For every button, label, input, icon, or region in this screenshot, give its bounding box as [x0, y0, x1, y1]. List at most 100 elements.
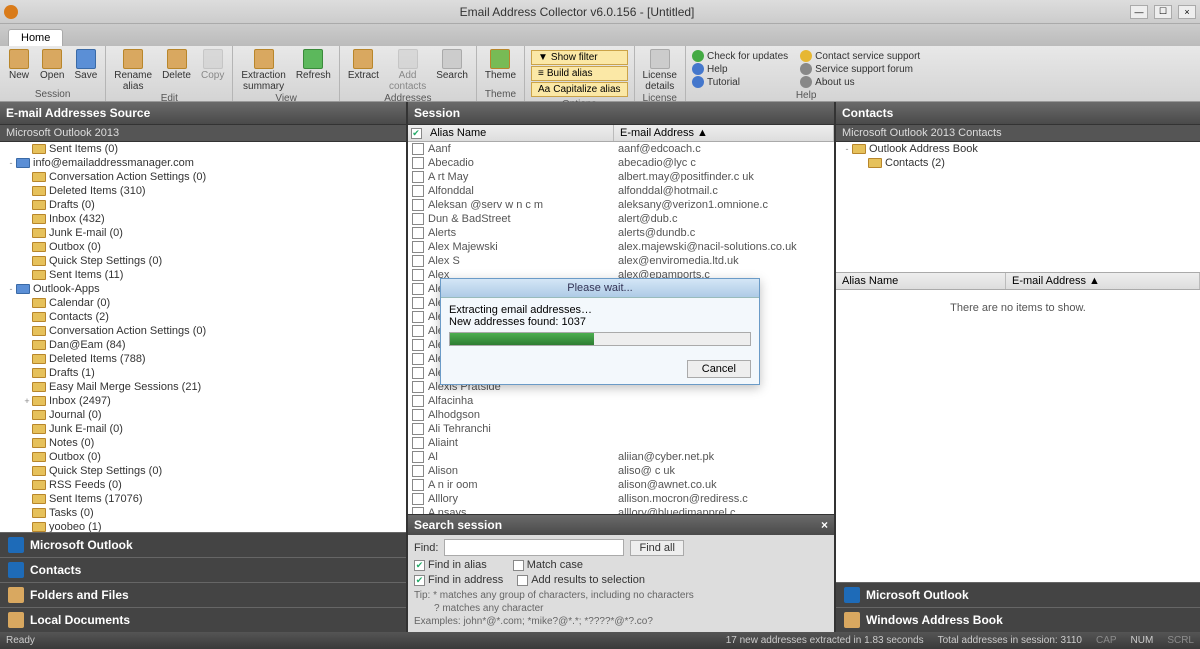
list-item[interactable]: Alex Salex@enviromedia.ltd.uk [408, 254, 834, 268]
cancel-button[interactable]: Cancel [687, 360, 751, 378]
tree-item[interactable]: Calendar (0) [0, 296, 406, 310]
tree-item[interactable]: -Outlook-Apps [0, 282, 406, 296]
tutorial-link[interactable]: Tutorial [692, 76, 788, 88]
tree-item[interactable]: Sent Items (11) [0, 268, 406, 282]
list-item[interactable]: Dun & BadStreetalert@dub.c [408, 212, 834, 226]
tree-item[interactable]: Junk E-mail (0) [0, 422, 406, 436]
license-details-button[interactable]: License details [639, 48, 681, 93]
destination-button[interactable]: Windows Address Book [836, 607, 1200, 632]
extraction-summary-button[interactable]: Extraction summary [237, 48, 289, 93]
list-item[interactable]: Allloryallison.mocron@rediress.c [408, 492, 834, 506]
help-icon [692, 63, 704, 75]
tree-item[interactable]: Conversation Action Settings (0) [0, 170, 406, 184]
tree-item[interactable]: -Outlook Address Book [836, 142, 1200, 156]
show-filter-button[interactable]: ▼Show filter [531, 50, 628, 65]
tree-item[interactable]: yoobeo (1) [0, 520, 406, 532]
list-item[interactable]: Alex Majewskialex.majewski@nacil-solutio… [408, 240, 834, 254]
select-all-checkbox[interactable] [411, 128, 422, 139]
match-case-checkbox[interactable]: Match case [513, 559, 583, 571]
extract-button[interactable]: Extract [344, 48, 383, 82]
list-item[interactable]: Ali Tehranchi [408, 422, 834, 436]
app-icon [4, 5, 18, 19]
tab-home[interactable]: Home [8, 29, 63, 46]
refresh-button[interactable]: Refresh [292, 48, 335, 82]
tree-item[interactable]: Contacts (2) [836, 156, 1200, 170]
col-alias[interactable]: Alias Name [424, 125, 614, 141]
check-updates-link[interactable]: Check for updates [692, 50, 788, 62]
list-item[interactable]: Aleksan @serv w n c maleksany@verizon1.o… [408, 198, 834, 212]
source-tree[interactable]: Sent Items (0)-info@emailaddressmanager.… [0, 142, 406, 532]
tree-item[interactable]: Junk E-mail (0) [0, 226, 406, 240]
find-in-address-checkbox[interactable]: Find in address [414, 574, 503, 586]
title-bar: Email Address Collector v6.0.156 - [Unti… [0, 0, 1200, 24]
list-item[interactable]: Alhodgson [408, 408, 834, 422]
list-item[interactable]: Alertsalerts@dundb.c [408, 226, 834, 240]
list-item[interactable]: Alisonaliso@ c uk [408, 464, 834, 478]
source-button[interactable]: Contacts [0, 557, 406, 582]
list-item[interactable]: Alfacinha [408, 394, 834, 408]
copy-button[interactable]: Copy [197, 48, 228, 82]
tree-item[interactable]: Journal (0) [0, 408, 406, 422]
status-bar: Ready 17 new addresses extracted in 1.83… [0, 632, 1200, 649]
open-button[interactable]: Open [36, 48, 68, 82]
contacts-tree[interactable]: -Outlook Address BookContacts (2) [836, 142, 1200, 272]
destination-button[interactable]: Microsoft Outlook [836, 582, 1200, 607]
tree-item[interactable]: Sent Items (17076) [0, 492, 406, 506]
tree-item[interactable]: Quick Step Settings (0) [0, 254, 406, 268]
tree-item[interactable]: Quick Step Settings (0) [0, 464, 406, 478]
rename-alias-button[interactable]: Rename alias [110, 48, 156, 93]
list-item[interactable]: Alfonddalalfonddal@hotmail.c [408, 184, 834, 198]
col-email[interactable]: E-mail Address ▲ [614, 125, 834, 141]
delete-button[interactable]: Delete [158, 48, 195, 82]
close-button[interactable]: × [1178, 5, 1196, 19]
list-item[interactable]: Aliaint [408, 436, 834, 450]
tree-item[interactable]: Contacts (2) [0, 310, 406, 324]
tree-item[interactable]: Conversation Action Settings (0) [0, 324, 406, 338]
caps-icon: Aa [538, 84, 550, 95]
find-in-alias-checkbox[interactable]: Find in alias [414, 559, 487, 571]
tree-item[interactable]: +Inbox (2497) [0, 394, 406, 408]
search-close-icon[interactable]: × [821, 518, 828, 532]
support-forum-link[interactable]: Service support forum [800, 63, 920, 75]
tree-item[interactable]: -info@emailaddressmanager.com [0, 156, 406, 170]
capitalize-alias-button[interactable]: AaCapitalize alias [531, 82, 628, 97]
list-item[interactable]: Abecadioabecadio@lyc c [408, 156, 834, 170]
source-button[interactable]: Folders and Files [0, 582, 406, 607]
tree-item[interactable]: Deleted Items (788) [0, 352, 406, 366]
tree-item[interactable]: Dan@Eam (84) [0, 338, 406, 352]
tree-item[interactable]: Drafts (0) [0, 198, 406, 212]
contact-support-link[interactable]: Contact service support [800, 50, 920, 62]
list-item[interactable]: A rt Mayalbert.may@positfinder.c uk [408, 170, 834, 184]
tree-item[interactable]: Tasks (0) [0, 506, 406, 520]
tree-item[interactable]: Easy Mail Merge Sessions (21) [0, 380, 406, 394]
minimize-button[interactable]: — [1130, 5, 1148, 19]
source-button[interactable]: Local Documents [0, 607, 406, 632]
tree-item[interactable]: Notes (0) [0, 436, 406, 450]
search-button[interactable]: Search [432, 48, 472, 82]
list-item[interactable]: A n ir oomalison@awnet.co.uk [408, 478, 834, 492]
add-results-checkbox[interactable]: Add results to selection [517, 574, 645, 586]
new-button[interactable]: New [4, 48, 34, 82]
save-button[interactable]: Save [70, 48, 101, 82]
source-button[interactable]: Microsoft Outlook [0, 532, 406, 557]
tree-item[interactable]: Outbox (0) [0, 240, 406, 254]
tree-item[interactable]: Drafts (1) [0, 366, 406, 380]
tree-item[interactable]: RSS Feeds (0) [0, 478, 406, 492]
tree-item[interactable]: Outbox (0) [0, 450, 406, 464]
list-item[interactable]: A nsaysalllory@bluedimapprel.c [408, 506, 834, 514]
list-item[interactable]: Aanfaanf@edcoach.c [408, 142, 834, 156]
maximize-button[interactable]: ☐ [1154, 5, 1172, 19]
theme-button[interactable]: Theme [481, 48, 520, 82]
add-contacts-button[interactable]: Add contacts [385, 48, 430, 93]
col-email-right[interactable]: E-mail Address ▲ [1006, 273, 1200, 289]
build-alias-button[interactable]: ≡Build alias [531, 66, 628, 81]
tree-item[interactable]: Deleted Items (310) [0, 184, 406, 198]
tree-item[interactable]: Inbox (432) [0, 212, 406, 226]
about-link[interactable]: About us [800, 76, 920, 88]
find-input[interactable] [444, 539, 624, 556]
col-alias-right[interactable]: Alias Name [836, 273, 1006, 289]
list-item[interactable]: Alaliian@cyber.net.pk [408, 450, 834, 464]
tree-item[interactable]: Sent Items (0) [0, 142, 406, 156]
help-link[interactable]: Help [692, 63, 788, 75]
find-all-button[interactable]: Find all [630, 540, 683, 556]
